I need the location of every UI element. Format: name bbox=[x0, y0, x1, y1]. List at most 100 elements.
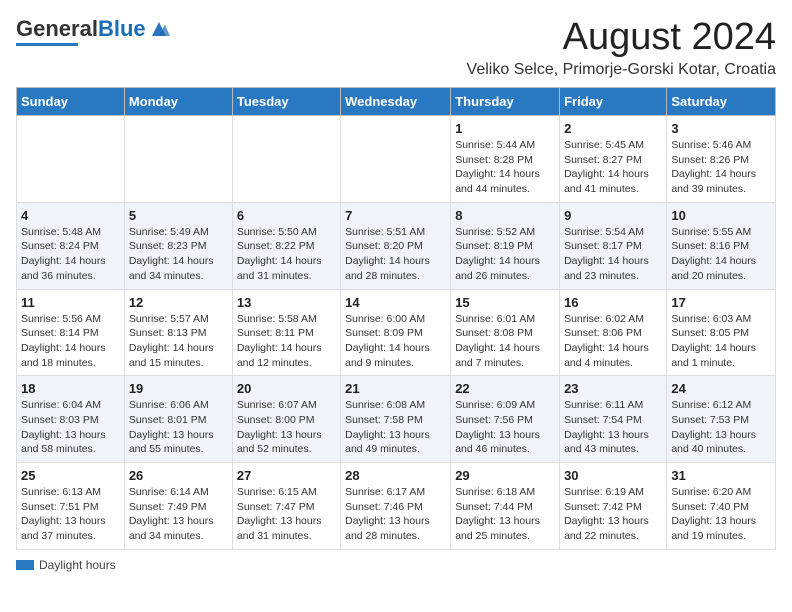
day-info: Sunrise: 6:01 AM Sunset: 8:08 PM Dayligh… bbox=[455, 312, 555, 371]
day-info: Sunrise: 6:09 AM Sunset: 7:56 PM Dayligh… bbox=[455, 398, 555, 457]
calendar-cell bbox=[124, 116, 232, 203]
calendar-cell: 3Sunrise: 5:46 AM Sunset: 8:26 PM Daylig… bbox=[667, 116, 776, 203]
calendar-cell: 10 Sunrise: 5:55 AM Sunset: 8:16 PM Dayli… bbox=[667, 202, 776, 289]
day-number: 4 bbox=[21, 208, 120, 223]
day-number: 24 bbox=[671, 381, 771, 396]
month-title: August 2024 bbox=[467, 16, 776, 59]
header: General Blue August 2024 Veliko Selce, P… bbox=[16, 16, 776, 79]
logo-underline bbox=[16, 43, 78, 46]
day-info: Sunrise: 5:55 AM Sunset: 8:16 PM Dayligh… bbox=[671, 225, 771, 284]
calendar-cell: 17 Sunrise: 6:03 AM Sunset: 8:05 PM Dayli… bbox=[667, 289, 776, 376]
day-number: 29 bbox=[455, 468, 555, 483]
logo: General Blue bbox=[16, 16, 170, 46]
calendar-cell: 22 Sunrise: 6:09 AM Sunset: 7:56 PM Dayli… bbox=[451, 376, 560, 463]
day-info: Sunrise: 5:52 AM Sunset: 8:19 PM Dayligh… bbox=[455, 225, 555, 284]
calendar-cell: 5Sunrise: 5:49 AM Sunset: 8:23 PM Daylig… bbox=[124, 202, 232, 289]
day-info: Sunrise: 6:14 AM Sunset: 7:49 PM Dayligh… bbox=[129, 485, 228, 544]
day-info: Sunrise: 5:51 AM Sunset: 8:20 PM Dayligh… bbox=[345, 225, 446, 284]
calendar-cell bbox=[232, 116, 340, 203]
calendar-cell: 31 Sunrise: 6:20 AM Sunset: 7:40 PM Dayli… bbox=[667, 463, 776, 550]
calendar-cell: 19Sunrise: 6:06 AM Sunset: 8:01 PM Dayli… bbox=[124, 376, 232, 463]
day-number: 20 bbox=[237, 381, 336, 396]
day-number: 17 bbox=[671, 295, 771, 310]
footer-bar: Daylight hours bbox=[16, 558, 776, 572]
day-info: Sunrise: 5:56 AM Sunset: 8:14 PM Dayligh… bbox=[21, 312, 120, 371]
calendar-header-tuesday: Tuesday bbox=[232, 88, 340, 116]
day-number: 23 bbox=[564, 381, 662, 396]
day-info: Sunrise: 6:19 AM Sunset: 7:42 PM Dayligh… bbox=[564, 485, 662, 544]
day-info: Sunrise: 6:18 AM Sunset: 7:44 PM Dayligh… bbox=[455, 485, 555, 544]
day-number: 28 bbox=[345, 468, 446, 483]
calendar-cell: 13Sunrise: 5:58 AM Sunset: 8:11 PM Dayli… bbox=[232, 289, 340, 376]
calendar-cell: 26Sunrise: 6:14 AM Sunset: 7:49 PM Dayli… bbox=[124, 463, 232, 550]
calendar-cell: 27 Sunrise: 6:15 AM Sunset: 7:47 PM Dayli… bbox=[232, 463, 340, 550]
day-number: 14 bbox=[345, 295, 446, 310]
day-info: Sunrise: 5:57 AM Sunset: 8:13 PM Dayligh… bbox=[129, 312, 228, 371]
day-info: Sunrise: 6:04 AM Sunset: 8:03 PM Dayligh… bbox=[21, 398, 120, 457]
calendar-header-row: SundayMondayTuesdayWednesdayThursdayFrid… bbox=[17, 88, 776, 116]
day-number: 15 bbox=[455, 295, 555, 310]
calendar-cell: 18 Sunrise: 6:04 AM Sunset: 8:03 PM Dayli… bbox=[17, 376, 125, 463]
logo-icon bbox=[148, 18, 170, 40]
day-info: Sunrise: 5:50 AM Sunset: 8:22 PM Dayligh… bbox=[237, 225, 336, 284]
calendar-cell: 6Sunrise: 5:50 AM Sunset: 8:22 PM Daylig… bbox=[232, 202, 340, 289]
daylight-label: Daylight hours bbox=[39, 558, 116, 572]
calendar-cell bbox=[341, 116, 451, 203]
day-info: Sunrise: 6:00 AM Sunset: 8:09 PM Dayligh… bbox=[345, 312, 446, 371]
day-info: Sunrise: 5:54 AM Sunset: 8:17 PM Dayligh… bbox=[564, 225, 662, 284]
calendar-table: SundayMondayTuesdayWednesdayThursdayFrid… bbox=[16, 87, 776, 550]
day-number: 19 bbox=[129, 381, 228, 396]
day-info: Sunrise: 6:08 AM Sunset: 7:58 PM Dayligh… bbox=[345, 398, 446, 457]
location-title: Veliko Selce, Primorje-Gorski Kotar, Cro… bbox=[467, 61, 776, 79]
day-number: 13 bbox=[237, 295, 336, 310]
day-number: 8 bbox=[455, 208, 555, 223]
day-number: 16 bbox=[564, 295, 662, 310]
day-number: 10 bbox=[671, 208, 771, 223]
calendar-header-sunday: Sunday bbox=[17, 88, 125, 116]
calendar-cell bbox=[17, 116, 125, 203]
day-number: 25 bbox=[21, 468, 120, 483]
day-number: 22 bbox=[455, 381, 555, 396]
day-info: Sunrise: 6:15 AM Sunset: 7:47 PM Dayligh… bbox=[237, 485, 336, 544]
day-number: 1 bbox=[455, 121, 555, 136]
calendar-cell: 29 Sunrise: 6:18 AM Sunset: 7:44 PM Dayli… bbox=[451, 463, 560, 550]
calendar-week-row: 25 Sunrise: 6:13 AM Sunset: 7:51 PM Dayli… bbox=[17, 463, 776, 550]
calendar-cell: 24Sunrise: 6:12 AM Sunset: 7:53 PM Dayli… bbox=[667, 376, 776, 463]
day-info: Sunrise: 6:02 AM Sunset: 8:06 PM Dayligh… bbox=[564, 312, 662, 371]
calendar-week-row: 1Sunrise: 5:44 AM Sunset: 8:28 PM Daylig… bbox=[17, 116, 776, 203]
calendar-cell: 30 Sunrise: 6:19 AM Sunset: 7:42 PM Dayli… bbox=[560, 463, 667, 550]
day-info: Sunrise: 5:45 AM Sunset: 8:27 PM Dayligh… bbox=[564, 138, 662, 197]
day-number: 21 bbox=[345, 381, 446, 396]
calendar-header-thursday: Thursday bbox=[451, 88, 560, 116]
calendar-cell: 8 Sunrise: 5:52 AM Sunset: 8:19 PM Daylig… bbox=[451, 202, 560, 289]
calendar-cell: 14 Sunrise: 6:00 AM Sunset: 8:09 PM Dayli… bbox=[341, 289, 451, 376]
day-info: Sunrise: 6:20 AM Sunset: 7:40 PM Dayligh… bbox=[671, 485, 771, 544]
day-info: Sunrise: 6:17 AM Sunset: 7:46 PM Dayligh… bbox=[345, 485, 446, 544]
day-number: 31 bbox=[671, 468, 771, 483]
calendar-cell: 21 Sunrise: 6:08 AM Sunset: 7:58 PM Dayli… bbox=[341, 376, 451, 463]
calendar-week-row: 4 Sunrise: 5:48 AM Sunset: 8:24 PM Daylig… bbox=[17, 202, 776, 289]
calendar-header-saturday: Saturday bbox=[667, 88, 776, 116]
calendar-cell: 7 Sunrise: 5:51 AM Sunset: 8:20 PM Daylig… bbox=[341, 202, 451, 289]
day-number: 27 bbox=[237, 468, 336, 483]
day-number: 5 bbox=[129, 208, 228, 223]
calendar-week-row: 11 Sunrise: 5:56 AM Sunset: 8:14 PM Dayli… bbox=[17, 289, 776, 376]
calendar-header-friday: Friday bbox=[560, 88, 667, 116]
day-number: 11 bbox=[21, 295, 120, 310]
calendar-cell: 23 Sunrise: 6:11 AM Sunset: 7:54 PM Dayli… bbox=[560, 376, 667, 463]
day-number: 30 bbox=[564, 468, 662, 483]
day-info: Sunrise: 6:07 AM Sunset: 8:00 PM Dayligh… bbox=[237, 398, 336, 457]
day-info: Sunrise: 6:11 AM Sunset: 7:54 PM Dayligh… bbox=[564, 398, 662, 457]
day-number: 18 bbox=[21, 381, 120, 396]
day-number: 7 bbox=[345, 208, 446, 223]
title-block: August 2024 Veliko Selce, Primorje-Gorsk… bbox=[467, 16, 776, 79]
calendar-cell: 11 Sunrise: 5:56 AM Sunset: 8:14 PM Dayli… bbox=[17, 289, 125, 376]
calendar-cell: 1Sunrise: 5:44 AM Sunset: 8:28 PM Daylig… bbox=[451, 116, 560, 203]
calendar-cell: 25 Sunrise: 6:13 AM Sunset: 7:51 PM Dayli… bbox=[17, 463, 125, 550]
calendar-week-row: 18 Sunrise: 6:04 AM Sunset: 8:03 PM Dayli… bbox=[17, 376, 776, 463]
daylight-swatch bbox=[16, 560, 34, 570]
calendar-cell: 20 Sunrise: 6:07 AM Sunset: 8:00 PM Dayli… bbox=[232, 376, 340, 463]
day-info: Sunrise: 5:48 AM Sunset: 8:24 PM Dayligh… bbox=[21, 225, 120, 284]
day-info: Sunrise: 6:03 AM Sunset: 8:05 PM Dayligh… bbox=[671, 312, 771, 371]
day-info: Sunrise: 6:13 AM Sunset: 7:51 PM Dayligh… bbox=[21, 485, 120, 544]
